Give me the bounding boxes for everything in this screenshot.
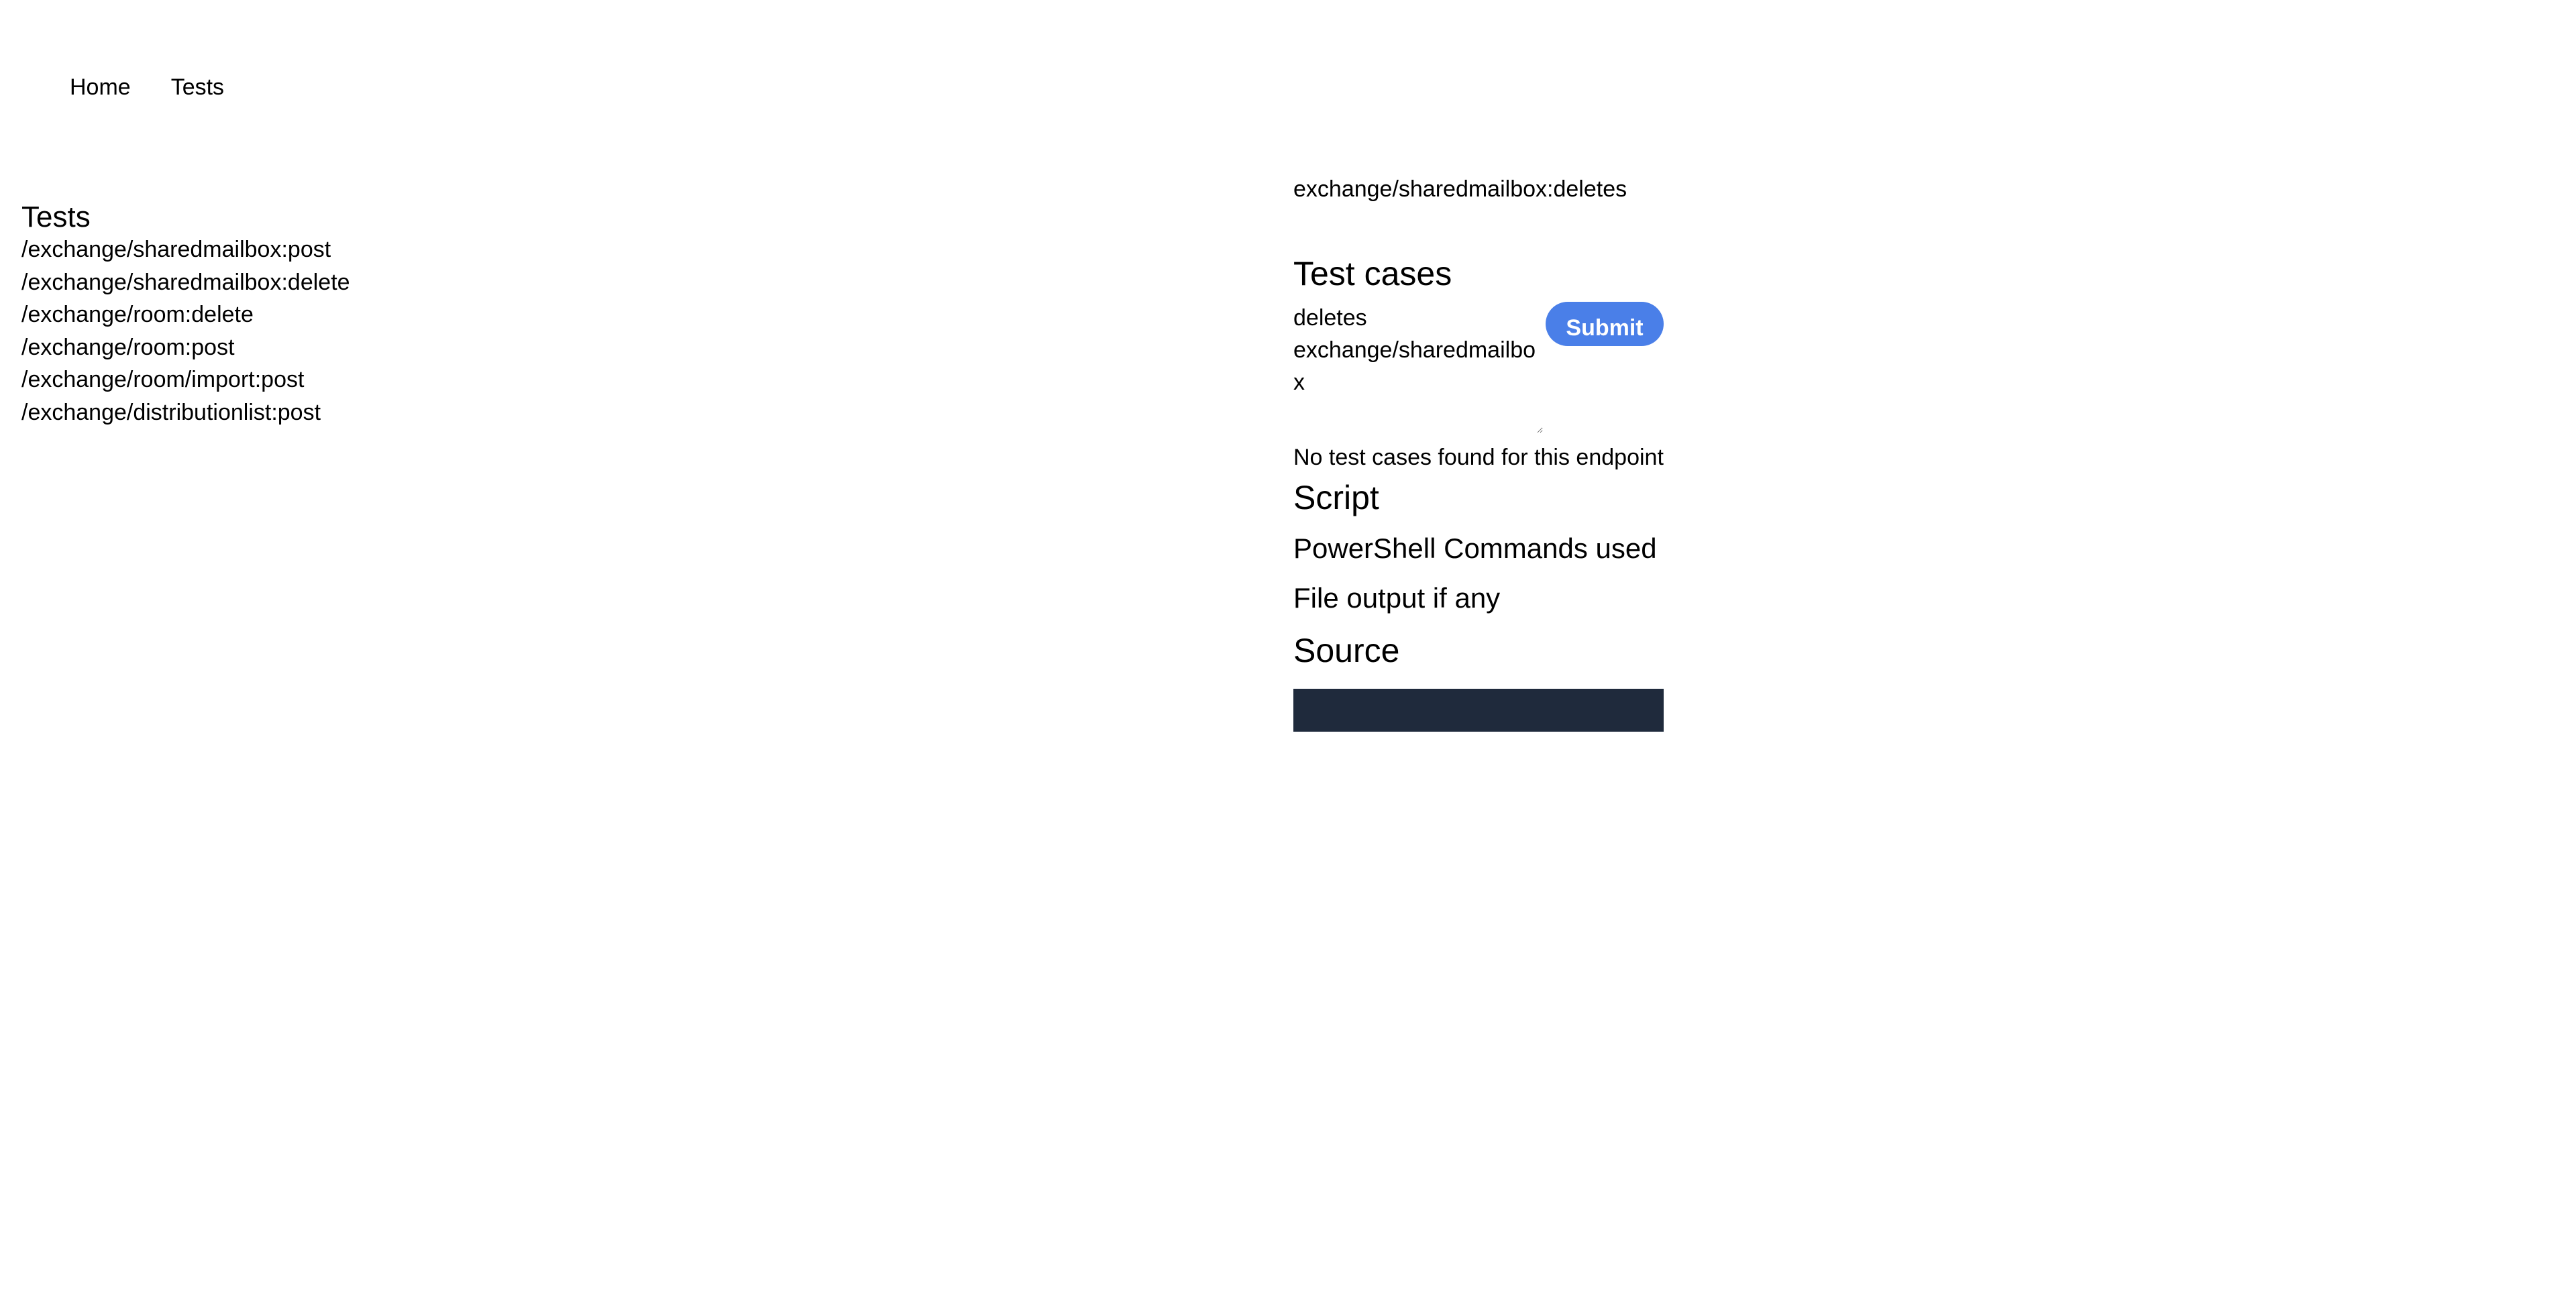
test-item[interactable]: /exchange/room:post bbox=[21, 331, 625, 364]
test-case-form: Submit bbox=[1293, 302, 1664, 436]
test-item[interactable]: /exchange/sharedmailbox:post bbox=[21, 233, 625, 266]
submit-button[interactable]: Submit bbox=[1546, 302, 1664, 346]
file-output-heading: File output if any bbox=[1293, 582, 1501, 614]
test-item[interactable]: /exchange/room:delete bbox=[21, 298, 625, 331]
tests-list: /exchange/sharedmailbox:post /exchange/s… bbox=[21, 233, 625, 429]
source-code-block bbox=[1293, 689, 1664, 732]
nav-home-link[interactable]: Home bbox=[70, 72, 131, 102]
endpoint-title: exchange/sharedmailbox:deletes bbox=[1293, 176, 1627, 202]
source-heading: Source bbox=[1293, 632, 1400, 669]
tests-heading: Tests bbox=[21, 201, 91, 233]
test-item[interactable]: /exchange/room/import:post bbox=[21, 363, 625, 396]
tests-panel: Tests /exchange/sharedmailbox:post /exch… bbox=[21, 199, 625, 429]
script-heading: Script bbox=[1293, 479, 1379, 516]
powershell-commands-heading: PowerShell Commands used bbox=[1293, 533, 1657, 564]
test-item[interactable]: /exchange/distributionlist:post bbox=[21, 396, 625, 429]
test-cases-heading: Test cases bbox=[1293, 255, 1452, 292]
nav-tests-link[interactable]: Tests bbox=[171, 72, 224, 102]
top-nav: Home Tests bbox=[70, 72, 224, 102]
test-item[interactable]: /exchange/sharedmailbox:delete bbox=[21, 266, 625, 299]
test-case-textarea[interactable] bbox=[1293, 302, 1543, 433]
no-test-cases-message: No test cases found for this endpoint bbox=[1293, 445, 1664, 470]
endpoint-detail: exchange/sharedmailbox:deletes Test case… bbox=[1293, 173, 1664, 732]
